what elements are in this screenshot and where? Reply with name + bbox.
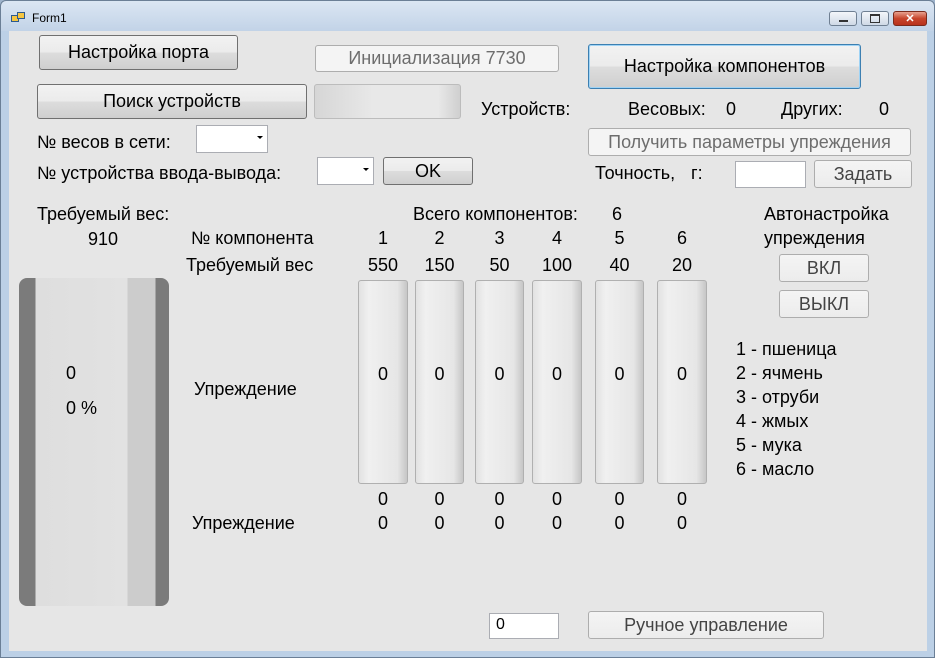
chevron-down-icon — [257, 136, 263, 139]
total-weight-value: 0 — [66, 363, 77, 383]
legend-item-3: 3 - отруби — [736, 387, 820, 407]
legend-item-2: 2 - ячмень — [736, 363, 823, 383]
component-no-4: 4 — [551, 228, 562, 248]
close-icon: ✕ — [905, 13, 915, 25]
auto-on-button[interactable]: ВКЛ — [779, 254, 869, 282]
io-device-no-combo[interactable] — [317, 157, 374, 185]
form-client-area: Настройка порта Инициализация 7730 Настр… — [9, 31, 927, 651]
component-required-weight-label: Требуемый вес — [186, 255, 314, 275]
others-label: Других: — [781, 99, 843, 119]
minimize-icon — [838, 20, 848, 22]
component-lead-row2-4: 0 — [551, 513, 562, 533]
component-lead-row2-5: 0 — [614, 513, 625, 533]
chevron-down-icon — [363, 168, 369, 171]
component-bar-value-3: 0 — [494, 364, 505, 384]
component-lead-row1-3: 0 — [494, 489, 505, 509]
component-no-2: 2 — [434, 228, 445, 248]
component-no-5: 5 — [614, 228, 625, 248]
devices-label: Устройств: — [481, 99, 571, 119]
accuracy-label: Точность, — [595, 163, 676, 183]
component-weight-4: 100 — [541, 255, 573, 275]
component-no-label: № компонента — [191, 228, 314, 248]
component-lead-row1-1: 0 — [377, 489, 388, 509]
weighing-label: Весовых: — [628, 99, 706, 119]
main-window: Form1 ✕ Настройка порта Инициализация 77… — [0, 0, 935, 658]
auto-off-button[interactable]: ВЫКЛ — [779, 290, 869, 318]
components-settings-button[interactable]: Настройка компонентов — [588, 44, 861, 89]
window-title: Form1 — [32, 11, 67, 25]
legend-item-6: 6 - масло — [736, 459, 815, 479]
device-search-button[interactable]: Поиск устройств — [37, 84, 307, 119]
ok-button[interactable]: OK — [383, 157, 473, 185]
search-progress-bar — [314, 84, 461, 119]
set-button[interactable]: Задать — [814, 160, 912, 188]
component-lead-row2-2: 0 — [434, 513, 445, 533]
accuracy-input[interactable] — [735, 161, 806, 188]
lead-label-1: Упреждение — [194, 379, 297, 399]
maximize-icon — [870, 14, 880, 23]
legend-item-1: 1 - пшеница — [736, 339, 837, 359]
component-lead-row2-1: 0 — [377, 513, 388, 533]
component-weight-5: 40 — [609, 255, 630, 275]
component-lead-row1-5: 0 — [614, 489, 625, 509]
component-bar-value-1: 0 — [377, 364, 388, 384]
component-weight-6: 20 — [671, 255, 693, 275]
required-weight-value: 910 — [88, 229, 119, 249]
auto-setup-label-line1: Автонастройка — [764, 204, 889, 224]
total-components-value: 6 — [612, 204, 623, 224]
component-bar-value-6: 0 — [676, 364, 687, 384]
component-no-6: 6 — [676, 228, 687, 248]
legend-item-5: 5 - мука — [736, 435, 802, 455]
total-weight-percent: 0 % — [66, 398, 98, 418]
component-no-3: 3 — [494, 228, 505, 248]
manual-value-input[interactable]: 0 — [489, 613, 559, 639]
maximize-button[interactable] — [861, 11, 889, 26]
io-device-no-label: № устройства ввода-вывода: — [37, 163, 282, 183]
port-settings-button[interactable]: Настройка порта — [39, 35, 238, 70]
scale-no-label: № весов в сети: — [37, 132, 171, 152]
component-no-1: 1 — [377, 228, 388, 248]
weighing-count: 0 — [726, 99, 737, 119]
app-icon — [11, 12, 25, 22]
component-weight-3: 50 — [489, 255, 510, 275]
get-lead-params-button[interactable]: Получить параметры упреждения — [588, 128, 911, 156]
total-components-label: Всего компонентов: — [413, 204, 578, 224]
minimize-button[interactable] — [829, 11, 857, 26]
manual-control-button[interactable]: Ручное управление — [588, 611, 824, 639]
component-lead-row1-2: 0 — [434, 489, 445, 509]
required-weight-label: Требуемый вес: — [37, 204, 170, 224]
component-weight-1: 550 — [367, 255, 399, 275]
scale-no-combo[interactable] — [196, 125, 268, 153]
component-bar-value-5: 0 — [614, 364, 625, 384]
component-lead-row1-6: 0 — [676, 489, 687, 509]
component-lead-row2-3: 0 — [494, 513, 505, 533]
component-weight-2: 150 — [424, 255, 455, 275]
component-lead-row2-6: 0 — [676, 513, 687, 533]
component-lead-row1-4: 0 — [551, 489, 562, 509]
lead-label-2: Упреждение — [192, 513, 295, 533]
legend-item-4: 4 - жмых — [736, 411, 809, 431]
component-bar-value-2: 0 — [434, 364, 445, 384]
others-count: 0 — [879, 99, 890, 119]
component-bar-value-4: 0 — [551, 364, 562, 384]
close-button[interactable]: ✕ — [893, 11, 927, 26]
auto-setup-label-line2: упреждения — [764, 228, 865, 248]
total-weight-progress-bar — [19, 278, 169, 606]
init-7730-button[interactable]: Инициализация 7730 — [315, 45, 559, 72]
title-bar[interactable]: Form1 ✕ — [1, 1, 934, 31]
accuracy-unit-label: г: — [691, 163, 703, 183]
